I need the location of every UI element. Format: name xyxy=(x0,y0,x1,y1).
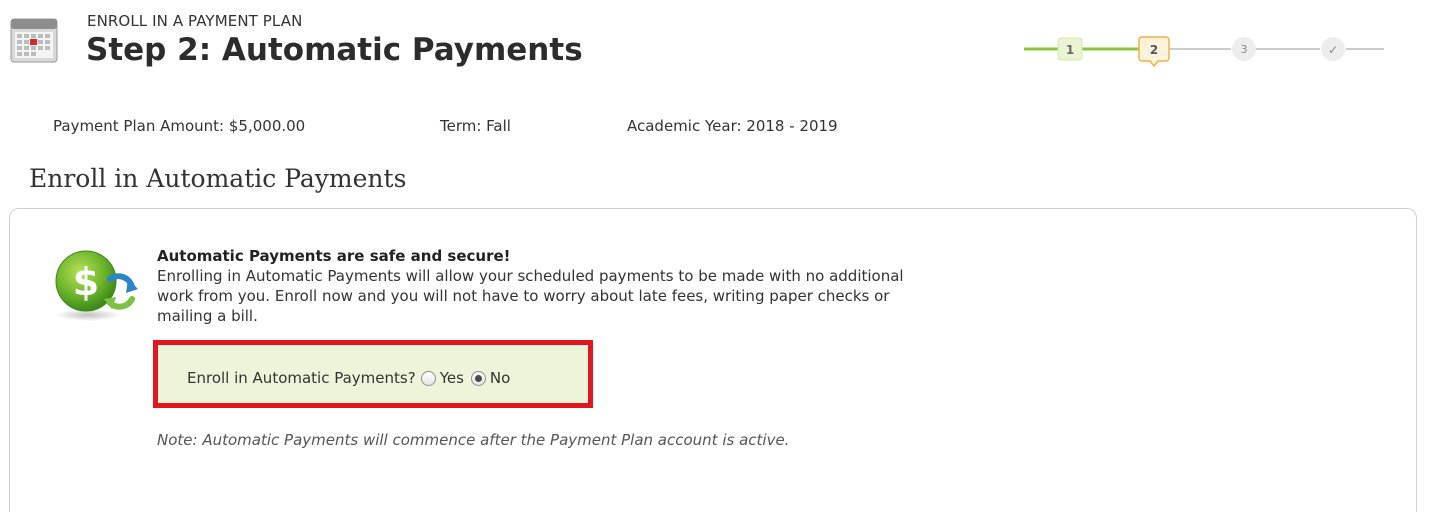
autopay-note: Note: Automatic Payments will commence a… xyxy=(157,431,790,449)
stepper-step-3: 3 xyxy=(1232,37,1256,61)
stepper-step-complete: ✓ xyxy=(1321,37,1345,61)
svg-text:3: 3 xyxy=(1241,43,1248,56)
automatic-payments-panel: $ Automatic Payments are safe and secure… xyxy=(9,208,1417,512)
enroll-no-label[interactable]: No xyxy=(490,369,510,387)
enroll-yes-label[interactable]: Yes xyxy=(440,369,464,387)
progress-stepper: 1 2 3 ✓ xyxy=(1024,34,1386,70)
dollar-refresh-icon: $ xyxy=(52,249,142,323)
stepper-step-2: 2 xyxy=(1138,36,1170,68)
term: Term: Fall xyxy=(440,117,511,135)
enroll-question-label: Enroll in Automatic Payments? xyxy=(187,369,416,387)
academic-year: Academic Year: 2018 - 2019 xyxy=(627,117,838,135)
svg-text:$: $ xyxy=(73,260,99,304)
panel-copy: Automatic Payments are safe and secure! … xyxy=(157,246,927,326)
enroll-no-radio[interactable] xyxy=(470,370,486,386)
panel-body: Enrolling in Automatic Payments will all… xyxy=(157,267,904,325)
panel-headline: Automatic Payments are safe and secure! xyxy=(157,247,511,265)
stepper-step-1: 1 xyxy=(1057,37,1083,61)
calendar-icon xyxy=(9,15,59,65)
enroll-question-box: Enroll in Automatic Payments? Yes No xyxy=(153,340,593,408)
page-eyebrow: ENROLL IN A PAYMENT PLAN xyxy=(87,12,303,30)
svg-text:2: 2 xyxy=(1150,43,1158,57)
section-title: Enroll in Automatic Payments xyxy=(29,164,407,193)
payment-plan-amount: Payment Plan Amount: $5,000.00 xyxy=(53,117,306,135)
checkmark-icon: ✓ xyxy=(1328,43,1338,57)
page-title: Step 2: Automatic Payments xyxy=(86,32,583,68)
enroll-yes-radio[interactable] xyxy=(420,370,436,386)
enroll-question-row: Enroll in Automatic Payments? Yes No xyxy=(187,369,512,387)
svg-text:1: 1 xyxy=(1066,43,1074,57)
